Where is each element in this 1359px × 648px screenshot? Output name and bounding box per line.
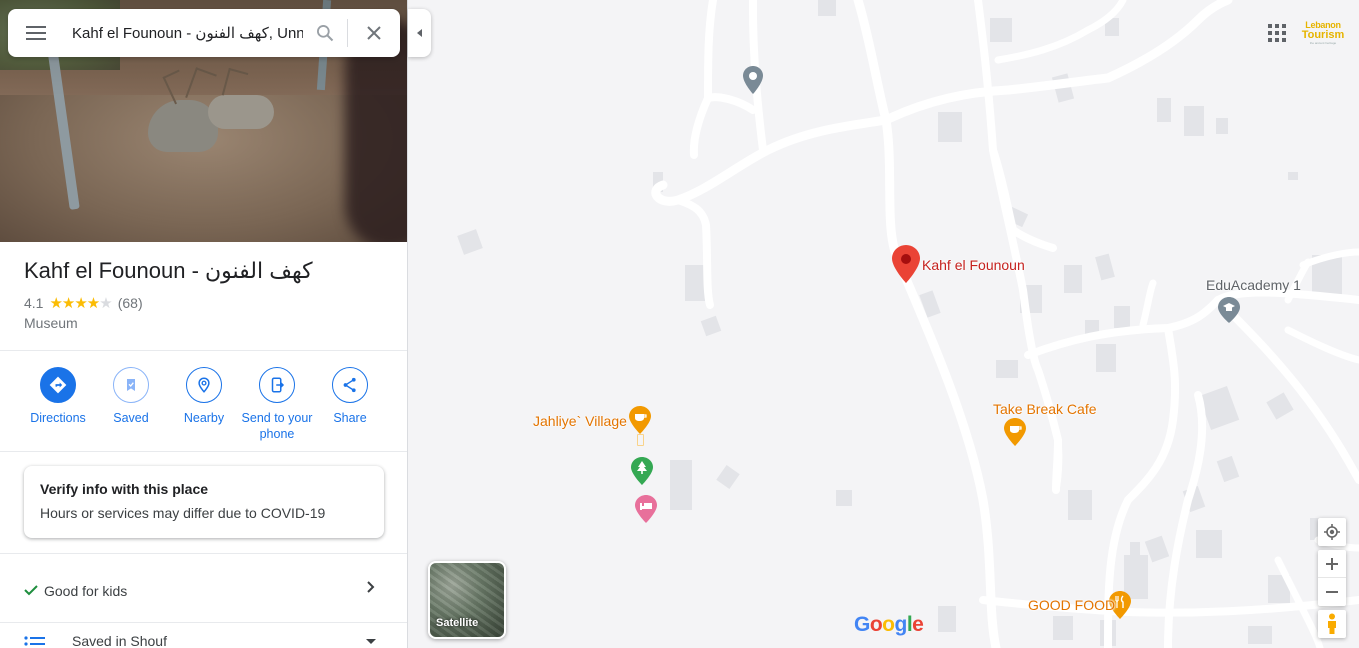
directions-icon [49,376,67,394]
google-apps-icon[interactable] [1266,22,1288,44]
cafe-poi-icon[interactable] [629,406,651,434]
selected-place-label[interactable]: Kahf el Founoun [922,257,1025,273]
google-logo: Google [854,613,924,636]
list-icon [24,636,45,646]
good-for-kids-label: Good for kids [44,583,128,599]
collapse-panel-button[interactable] [408,9,431,57]
cafe-poi-icon[interactable] [1004,418,1026,446]
hotel-poi-icon[interactable] [635,495,657,523]
pegman-icon [1328,613,1336,634]
rating-stars: ★★★★★ [49,295,112,312]
directions-button[interactable]: Directions [21,367,95,426]
search-input[interactable] [64,9,303,57]
selected-place-pin-icon[interactable] [892,245,920,283]
place-panel: Kahf el Founoun - كهف الفنون 4.1 ★★★★★ (… [0,0,408,648]
checkmark-icon [24,585,38,596]
share-button[interactable]: Share [313,367,387,426]
zoom-in-button[interactable] [1318,550,1346,578]
close-icon [367,26,381,40]
place-title: Kahf el Founoun - كهف الفنون [24,258,313,283]
nearby-button[interactable]: Nearby [167,367,241,426]
good-food-label[interactable]: GOOD FOOD [1028,597,1115,613]
divider [0,350,407,351]
minus-icon [1326,591,1338,593]
saved-in-list-row[interactable]: Saved in Shouf [0,623,407,648]
nearby-icon [198,377,210,393]
saved-button[interactable]: Saved [94,367,168,426]
share-label: Share [333,411,367,425]
search-button[interactable] [303,9,347,57]
account-avatar[interactable]: Lebanon Tourism the ancient heritage [1302,17,1345,49]
satellite-layer-button[interactable]: Satellite [428,561,506,639]
park-poi-icon[interactable] [631,457,653,485]
map-canvas[interactable]: Kahf el Founoun EduAcademy 1 Jahliye` Vi… [408,0,1359,648]
plus-icon [1326,557,1338,570]
place-category[interactable]: Museum [24,315,78,331]
school-poi-icon[interactable] [1218,297,1240,323]
send-to-phone-icon [271,377,285,393]
saved-in-list-label: Saved in Shouf [72,633,167,648]
satellite-label: Satellite [436,617,479,629]
divider [0,553,407,554]
my-location-button[interactable] [1318,518,1346,546]
zoom-controls [1318,550,1346,606]
food-marker-small [637,434,644,446]
share-icon [343,377,356,393]
clear-search-button[interactable] [348,9,400,57]
caret-left-icon [416,29,422,37]
caret-down-icon [366,639,376,644]
jahliye-village-label[interactable]: Jahliye` Village [533,413,627,429]
map-roads [457,0,1359,648]
generic-poi-icon[interactable] [743,66,763,94]
street-view-pegman-button[interactable] [1318,610,1346,638]
rating-value: 4.1 [24,295,44,311]
send-to-phone-label: Send to your phone [241,411,313,441]
zoom-out-button[interactable] [1318,578,1346,606]
send-to-phone-button[interactable]: Send to your phone [240,367,314,442]
covid-card-subtitle: Hours or services may differ due to COVI… [40,505,326,521]
covid-info-card[interactable]: Verify info with this place Hours or ser… [24,466,384,538]
eduacademy-label[interactable]: EduAcademy 1 [1206,277,1301,293]
search-icon [317,25,334,42]
divider [0,451,407,452]
good-for-kids-row[interactable]: Good for kids [0,555,407,623]
search-box [8,9,400,57]
my-location-icon [1324,524,1340,540]
menu-button[interactable] [8,9,64,57]
maps-app: Kahf el Founoun - كهف الفنون 4.1 ★★★★★ (… [0,0,1359,648]
review-count[interactable]: (68) [118,295,143,311]
chevron-right-icon [367,581,375,593]
directions-label: Directions [30,411,86,425]
hamburger-menu-icon [26,26,46,40]
nearby-label: Nearby [183,411,225,425]
covid-card-title: Verify info with this place [40,481,209,497]
rating-row[interactable]: 4.1 ★★★★★ (68) [24,294,143,312]
saved-label: Saved [113,411,149,425]
bookmark-icon [127,379,135,391]
take-break-cafe-label[interactable]: Take Break Cafe [993,401,1097,417]
